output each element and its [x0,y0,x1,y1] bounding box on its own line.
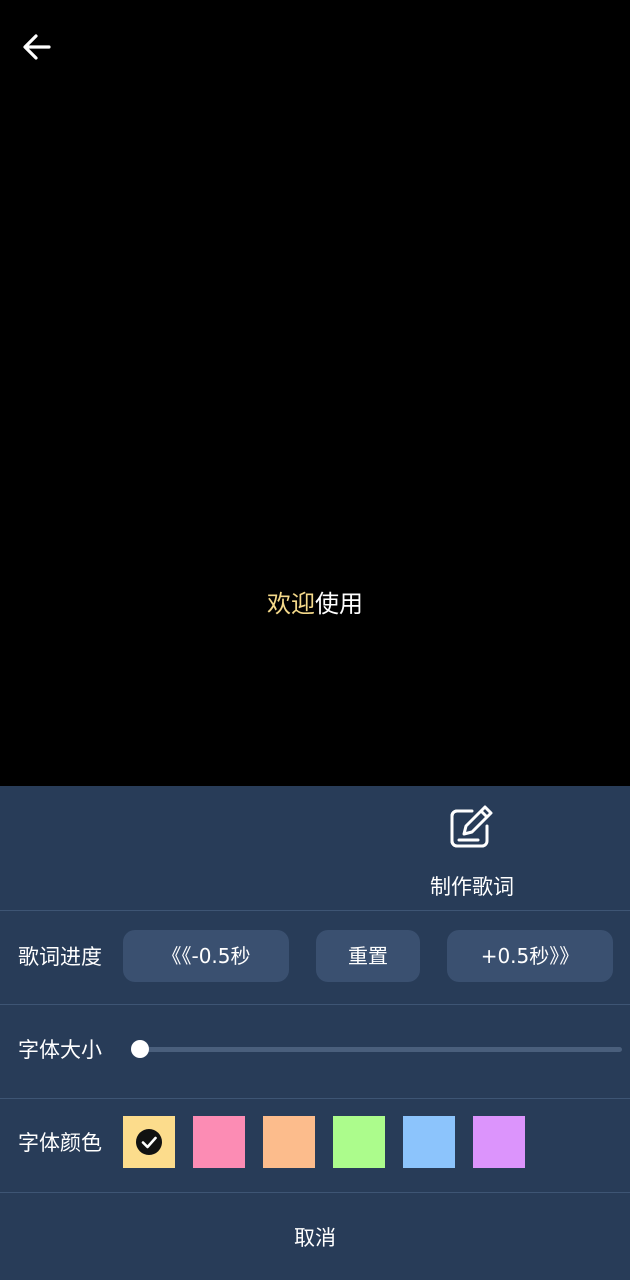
make-lyrics-button[interactable]: 制作歌词 [412,786,532,910]
font-size-slider-thumb[interactable] [131,1040,149,1058]
settings-panel: 制作歌词 歌词进度 《《-0.5秒 重置 +0.5秒》》 字体大小 字体颜色 取… [0,786,630,1280]
cancel-button[interactable]: 取消 [0,1192,630,1280]
color-swatch[interactable] [193,1116,245,1168]
color-swatch[interactable] [123,1116,175,1168]
lyric-remaining-text: 使用 [315,590,363,618]
check-circle-icon [136,1129,162,1155]
divider [0,910,630,911]
back-button[interactable] [14,24,60,70]
color-swatch[interactable] [333,1116,385,1168]
progress-plus-button[interactable]: +0.5秒》》 [447,930,613,982]
color-swatch[interactable] [473,1116,525,1168]
lyrics-screen: 欢迎使用 制作歌词 歌词进度 《《-0.5秒 重置 +0.5秒》》 字体大小 字… [0,0,630,1280]
progress-minus-button[interactable]: 《《-0.5秒 [123,930,289,982]
color-swatch[interactable] [263,1116,315,1168]
color-swatch[interactable] [403,1116,455,1168]
progress-reset-button[interactable]: 重置 [316,930,420,982]
edit-icon [450,805,493,848]
lyric-highlighted-text: 欢迎 [267,590,315,618]
lyric-preview: 欢迎使用 [0,586,630,622]
make-lyrics-label: 制作歌词 [430,875,514,899]
font-color-label: 字体颜色 [18,1131,102,1155]
font-size-label: 字体大小 [18,1038,102,1062]
arrow-left-icon [23,34,51,60]
divider [0,1004,630,1005]
divider [0,1098,630,1099]
font-size-slider-track[interactable] [140,1047,622,1052]
lyrics-progress-label: 歌词进度 [18,945,102,969]
